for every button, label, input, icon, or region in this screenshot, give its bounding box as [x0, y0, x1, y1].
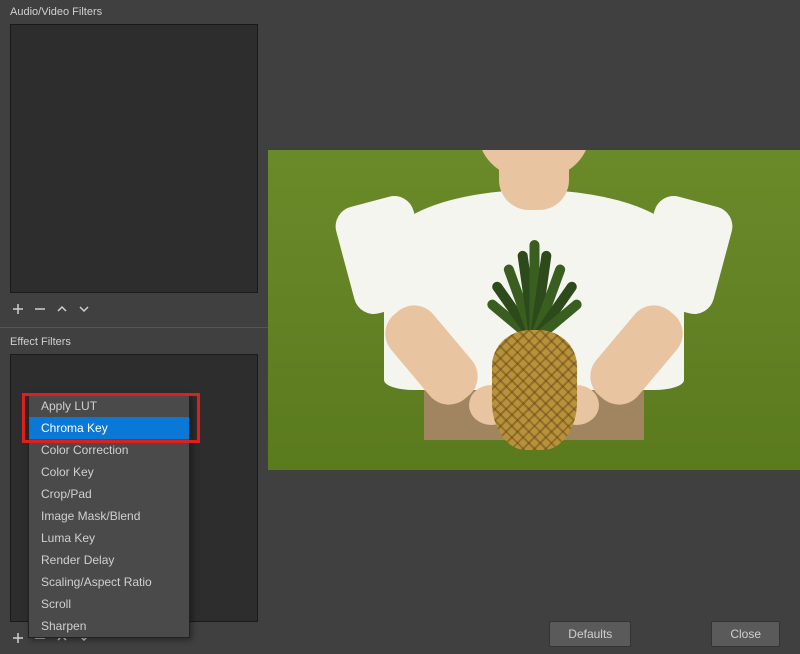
move-av-filter-up-button[interactable] [54, 301, 70, 317]
remove-av-filter-button[interactable] [32, 301, 48, 317]
add-av-filter-button[interactable] [10, 301, 26, 317]
av-filters-header: Audio/Video Filters [0, 0, 268, 24]
av-filter-controls [0, 293, 268, 325]
popup-item-color-key[interactable]: Color Key [29, 461, 189, 483]
right-panel: Defaults Close [268, 0, 800, 654]
popup-item-luma-key[interactable]: Luma Key [29, 527, 189, 549]
bottom-bar: Defaults Close [268, 614, 800, 654]
separator [0, 327, 268, 328]
popup-item-apply-lut[interactable]: Apply LUT [29, 395, 189, 417]
popup-item-chroma-key[interactable]: Chroma Key [29, 417, 189, 439]
popup-item-scroll[interactable]: Scroll [29, 593, 189, 615]
move-av-filter-down-button[interactable] [76, 301, 92, 317]
preview-area [268, 0, 800, 614]
popup-item-image-mask-blend[interactable]: Image Mask/Blend [29, 505, 189, 527]
popup-item-sharpen[interactable]: Sharpen [29, 615, 189, 637]
effect-filters-header: Effect Filters [0, 330, 268, 354]
popup-item-color-correction[interactable]: Color Correction [29, 439, 189, 461]
popup-item-scaling-aspect-ratio[interactable]: Scaling/Aspect Ratio [29, 571, 189, 593]
left-panel: Audio/Video Filters Effect Filters [0, 0, 268, 654]
popup-item-render-delay[interactable]: Render Delay [29, 549, 189, 571]
popup-item-crop-pad[interactable]: Crop/Pad [29, 483, 189, 505]
close-button[interactable]: Close [711, 621, 780, 647]
defaults-button[interactable]: Defaults [549, 621, 631, 647]
effect-filter-popup[interactable]: Apply LUTChroma KeyColor CorrectionColor… [28, 394, 190, 638]
preview-image [268, 150, 800, 470]
av-filter-list[interactable] [10, 24, 258, 293]
add-effect-filter-button[interactable] [10, 630, 26, 646]
